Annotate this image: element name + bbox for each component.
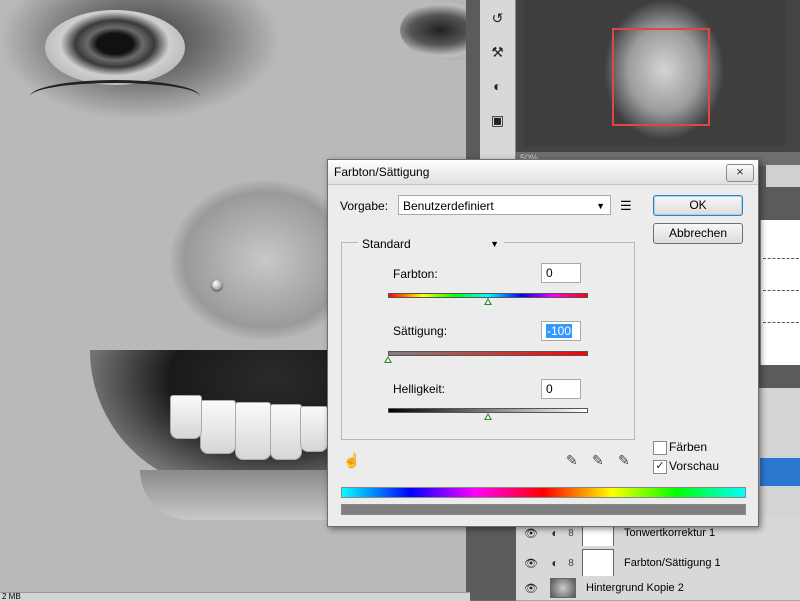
dodge-icon[interactable]: ◐ xyxy=(486,74,510,98)
preview-label: Vorschau xyxy=(669,459,720,473)
lightness-slider-thumb[interactable] xyxy=(484,413,492,420)
lightness-label: Helligkeit: xyxy=(393,382,446,396)
adjustment-icon: ◐ xyxy=(551,526,559,540)
eyedropper-plus-icon[interactable]: ✎ xyxy=(592,452,604,469)
output-color-bar xyxy=(341,504,746,515)
eye-icon[interactable]: 👁 xyxy=(522,557,540,570)
tooth xyxy=(235,402,271,460)
preset-options-icon[interactable]: ☰ xyxy=(620,198,632,214)
preset-value: Benutzerdefiniert xyxy=(403,199,494,213)
hue-saturation-dialog: Farbton/Sättigung × Vorgabe: Benutzerdef… xyxy=(327,159,759,527)
layer-row[interactable]: 👁 Hintergrund Kopie 2 xyxy=(516,576,800,601)
check-icon: ✓ xyxy=(655,460,665,472)
tooth xyxy=(270,404,302,460)
hue-label: Farbton: xyxy=(393,267,438,281)
layer-mask-thumbnail[interactable] xyxy=(582,549,614,577)
eye-icon[interactable]: 👁 xyxy=(522,582,540,595)
tooth xyxy=(200,400,236,454)
layer-thumbnail[interactable] xyxy=(550,578,576,598)
preset-select[interactable]: Benutzerdefiniert ▼ xyxy=(398,195,611,215)
dialog-titlebar[interactable]: Farbton/Sättigung × xyxy=(328,160,758,185)
layer-name[interactable]: Tonwertkorrektur 1 xyxy=(624,527,715,539)
panel-header xyxy=(766,165,800,187)
history-panel xyxy=(760,220,800,365)
layer-name[interactable]: Farbton/Sättigung 1 xyxy=(624,557,721,569)
colorize-label: Färben xyxy=(669,440,708,454)
tooth xyxy=(300,406,328,452)
chain-icon[interactable]: 8 xyxy=(564,528,578,539)
saturation-input[interactable]: -100 xyxy=(541,321,581,341)
preview-checkbox[interactable]: ✓ xyxy=(653,460,667,474)
chevron-down-icon: ▼ xyxy=(596,201,605,211)
hand-target-icon[interactable]: ☝ xyxy=(343,452,360,469)
chevron-down-icon: ▼ xyxy=(490,239,499,249)
lightness-input[interactable]: 0 xyxy=(541,379,581,399)
saturation-slider[interactable] xyxy=(388,351,588,356)
preset-label: Vorgabe: xyxy=(340,199,389,213)
chain-icon[interactable]: 8 xyxy=(564,558,578,569)
layer-name[interactable]: Hintergrund Kopie 2 xyxy=(586,582,684,594)
selected-layer-highlight[interactable] xyxy=(760,458,800,486)
navigator-view-box[interactable] xyxy=(612,28,710,126)
ok-button[interactable]: OK xyxy=(653,195,743,216)
quick-mask-icon[interactable]: ▣ xyxy=(486,108,510,132)
input-color-bar xyxy=(341,487,746,498)
eyedropper-minus-icon[interactable]: ✎ xyxy=(618,452,630,469)
adjustment-icon: ◐ xyxy=(551,556,559,570)
saturation-slider-thumb[interactable] xyxy=(384,356,392,363)
dialog-title: Farbton/Sättigung xyxy=(334,165,430,179)
photo-lashes xyxy=(30,80,200,113)
close-button[interactable]: × xyxy=(726,164,754,182)
history-brush-icon[interactable]: ↺ xyxy=(486,6,510,30)
cancel-button[interactable]: Abbrechen xyxy=(653,223,743,244)
eyedropper-icon[interactable]: ✎ xyxy=(566,452,578,469)
photo-eye xyxy=(45,10,185,85)
saturation-label: Sättigung: xyxy=(393,324,448,338)
clone-stamp-icon[interactable]: ⚒ xyxy=(486,40,510,64)
photo-eye-right xyxy=(400,0,466,60)
hue-input[interactable]: 0 xyxy=(541,263,581,283)
hue-slider-thumb[interactable] xyxy=(484,298,492,305)
close-icon: × xyxy=(736,164,744,179)
channel-select[interactable]: Standard ▼ xyxy=(358,234,504,254)
tooth xyxy=(170,395,202,439)
colorize-checkbox[interactable] xyxy=(653,441,667,455)
channel-value: Standard xyxy=(362,237,411,251)
panel-icon-strip: ↺ ⚒ ◐ ▣ xyxy=(480,0,516,160)
nose-piercing xyxy=(212,280,222,290)
eye-icon[interactable]: 👁 xyxy=(522,527,540,540)
